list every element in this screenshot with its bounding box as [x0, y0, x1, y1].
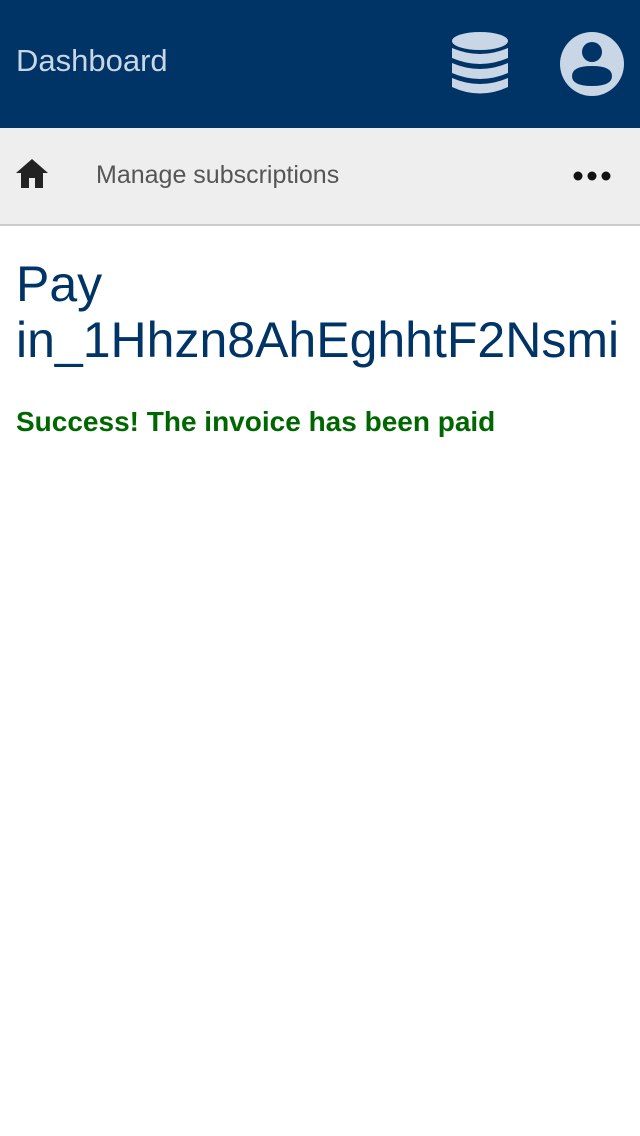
- more-options-button[interactable]: [572, 158, 612, 194]
- sub-navigation-bar: Manage subscriptions: [0, 128, 640, 226]
- home-icon: [16, 159, 48, 188]
- top-app-bar: Dashboard: [0, 0, 640, 128]
- account-button[interactable]: [558, 30, 626, 98]
- dashboard-link[interactable]: Dashboard: [16, 42, 168, 80]
- home-button[interactable]: [14, 156, 50, 192]
- page-title: Pay in_1Hhzn8AhEghhtF2Nsmi: [16, 256, 640, 368]
- account-circle-icon: [560, 32, 624, 96]
- database-icon: [452, 32, 508, 94]
- page-title-line-2: in_1Hhzn8AhEghhtF2Nsmi: [16, 312, 620, 368]
- success-message: Success! The invoice has been paid: [16, 406, 496, 437]
- page-title-line-1: Pay: [16, 256, 103, 312]
- manage-subscriptions-link[interactable]: Manage subscriptions: [96, 160, 339, 190]
- database-button[interactable]: [450, 30, 510, 98]
- more-horizontal-icon: [573, 171, 611, 181]
